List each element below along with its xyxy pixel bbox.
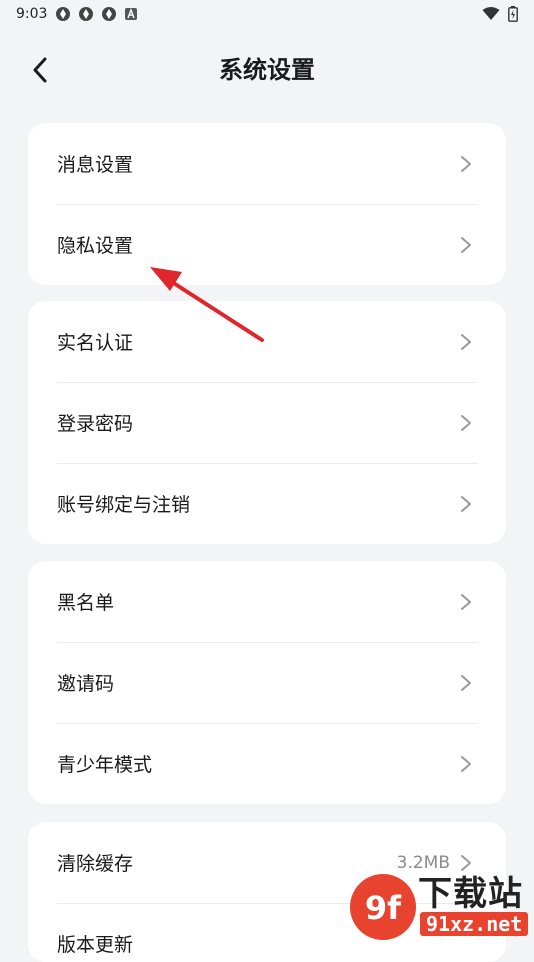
chevron-right-icon bbox=[461, 155, 471, 172]
item-label: 清除缓存 bbox=[57, 853, 134, 875]
account-binding-item[interactable]: 账号绑定与注销 bbox=[28, 463, 506, 544]
watermark-logo-icon: 9f bbox=[350, 874, 416, 940]
status-bar: 9:03 bbox=[0, 0, 534, 28]
invite-code-item[interactable]: 邀请码 bbox=[28, 642, 506, 723]
page-title: 系统设置 bbox=[219, 56, 315, 84]
chevron-right-icon bbox=[461, 674, 471, 691]
watermark-title: 下载站 bbox=[418, 874, 523, 914]
a-notification-icon bbox=[125, 8, 138, 20]
status-right bbox=[482, 6, 518, 22]
item-label: 隐私设置 bbox=[57, 235, 134, 257]
item-label: 登录密码 bbox=[57, 413, 134, 435]
app-notification-icon bbox=[79, 7, 94, 21]
item-label: 消息设置 bbox=[57, 154, 134, 176]
item-label: 黑名单 bbox=[57, 592, 115, 614]
settings-group-3: 黑名单 邀请码 青少年模式 bbox=[28, 561, 506, 804]
item-label: 邀请码 bbox=[57, 673, 115, 695]
chevron-right-icon bbox=[461, 333, 471, 350]
header: 系统设置 bbox=[0, 40, 534, 100]
status-time: 9:03 bbox=[16, 6, 48, 22]
wifi-icon bbox=[482, 7, 500, 20]
watermark: 9f 下载站 91xz.net bbox=[348, 866, 529, 946]
privacy-settings-item[interactable]: 隐私设置 bbox=[28, 204, 506, 285]
youth-mode-item[interactable]: 青少年模式 bbox=[28, 723, 506, 804]
svg-text:9f: 9f bbox=[365, 889, 402, 927]
app-notification-icon bbox=[102, 7, 117, 21]
status-left: 9:03 bbox=[16, 6, 138, 22]
settings-group-2: 实名认证 登录密码 账号绑定与注销 bbox=[28, 301, 506, 544]
notification-icons bbox=[55, 6, 138, 22]
real-name-verification-item[interactable]: 实名认证 bbox=[28, 301, 506, 382]
chevron-right-icon bbox=[461, 495, 471, 512]
battery-icon bbox=[508, 6, 518, 22]
watermark-url: 91xz.net bbox=[420, 912, 529, 936]
chevron-right-icon bbox=[461, 236, 471, 253]
item-label: 青少年模式 bbox=[57, 754, 153, 776]
item-label: 实名认证 bbox=[57, 332, 134, 354]
login-password-item[interactable]: 登录密码 bbox=[28, 382, 506, 463]
item-label: 账号绑定与注销 bbox=[57, 494, 191, 516]
message-settings-item[interactable]: 消息设置 bbox=[28, 123, 506, 204]
chevron-right-icon bbox=[461, 414, 471, 431]
chevron-right-icon bbox=[461, 593, 471, 610]
settings-group-1: 消息设置 隐私设置 bbox=[28, 123, 506, 285]
blacklist-item[interactable]: 黑名单 bbox=[28, 561, 506, 642]
app-notification-icon bbox=[56, 7, 71, 21]
chevron-right-icon bbox=[461, 755, 471, 772]
